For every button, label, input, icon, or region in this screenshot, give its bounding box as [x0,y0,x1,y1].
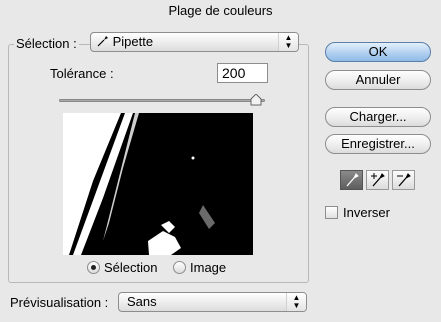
tolerance-slider[interactable] [59,94,265,106]
radio-image[interactable] [173,261,186,274]
eyedropper-tool[interactable] [340,170,363,190]
radio-selection[interactable] [87,261,100,274]
eyedropper-plus-icon [371,173,385,187]
invert-checkbox[interactable] [325,206,338,219]
tolerance-label: Tolérance : [50,66,114,81]
radio-selection-label[interactable]: Sélection [104,260,157,275]
cancel-button[interactable]: Annuler [325,70,431,90]
selection-value: Pipette [112,34,154,49]
eyedropper-minus-icon [397,173,411,187]
selection-popup[interactable]: Pipette ▲ ▼ [90,32,299,52]
slider-knob-icon[interactable] [250,94,262,106]
load-button[interactable]: Charger... [325,107,431,127]
popup-arrows-icon: ▲ ▼ [286,293,306,311]
popup-arrows-icon: ▲ ▼ [278,33,298,51]
previsualisation-value: Sans [127,294,157,309]
eyedropper-icon [97,36,108,47]
window-title: Plage de couleurs [168,3,273,18]
previsualisation-popup[interactable]: Sans ▲ ▼ [118,292,307,312]
previsualisation-label: Prévisualisation : [10,295,109,310]
eyedropper-icon [346,173,359,187]
radio-image-label[interactable]: Image [190,260,226,275]
invert-label[interactable]: Inverser [343,205,390,220]
eyedropper-plus-tool[interactable] [366,170,389,190]
ok-button[interactable]: OK [325,42,431,62]
tolerance-input[interactable]: 200 [217,63,268,83]
selection-preview [63,113,253,255]
selection-label: Sélection : [14,36,79,51]
save-button[interactable]: Enregistrer... [325,134,431,154]
eyedropper-minus-tool[interactable] [392,170,415,190]
